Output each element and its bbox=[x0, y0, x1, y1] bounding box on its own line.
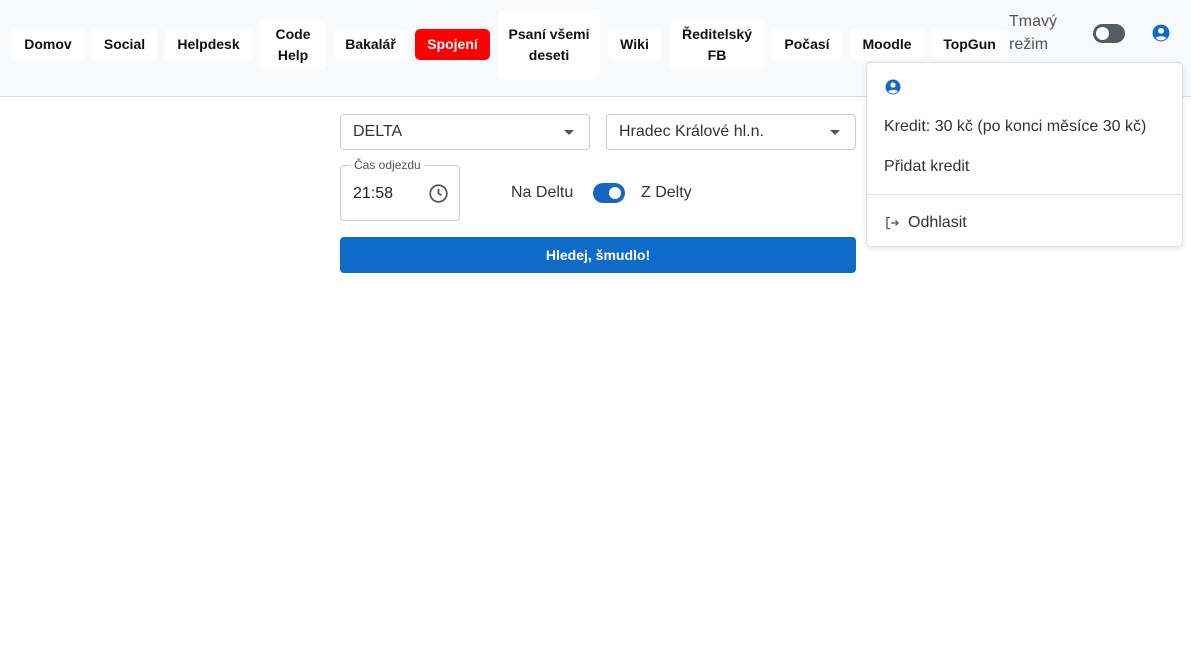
nav-bakalar[interactable]: Bakalář bbox=[334, 29, 407, 60]
nav-moodle[interactable]: Moodle bbox=[850, 29, 924, 60]
nav-code-help[interactable]: Code Help bbox=[260, 20, 326, 70]
from-station-value: DELTA bbox=[353, 123, 403, 140]
user-dropdown-menu: Kredit: 30 kč (po konci měsíce 30 kč) Př… bbox=[866, 62, 1183, 247]
search-button[interactable]: Hledej, šmudlo! bbox=[340, 237, 856, 273]
from-station-select[interactable]: DELTA bbox=[340, 114, 590, 150]
departure-time-field[interactable]: Čas odjezdu 21:58 bbox=[340, 158, 460, 221]
nav-reditelsky-fb[interactable]: Ředitelský FB bbox=[670, 20, 764, 70]
nav-helpdesk[interactable]: Helpdesk bbox=[165, 29, 252, 60]
clock-icon[interactable] bbox=[428, 183, 449, 204]
user-menu-button[interactable] bbox=[1152, 24, 1170, 42]
add-credit-item[interactable]: Přidat kredit bbox=[884, 158, 969, 176]
to-station-value: Hradec Králové hl.n. bbox=[619, 123, 764, 140]
direction-toggle[interactable] bbox=[593, 183, 625, 203]
from-delta-label: Z Delty bbox=[641, 184, 692, 201]
logout-item[interactable]: Odhlasit bbox=[884, 214, 967, 232]
nav-psani-vsemi-deseti[interactable]: Psaní všemi deseti bbox=[498, 10, 600, 80]
departure-time-label: Čas odjezdu bbox=[350, 158, 425, 172]
toggle-knob bbox=[1096, 27, 1109, 40]
nav-domov[interactable]: Domov bbox=[12, 29, 84, 60]
user-circle-icon bbox=[1152, 24, 1170, 42]
caret-down-icon bbox=[564, 130, 574, 135]
to-station-select[interactable]: Hradec Králové hl.n. bbox=[606, 114, 856, 150]
toggle-knob bbox=[609, 187, 621, 199]
nav-social[interactable]: Social bbox=[92, 29, 157, 60]
to-delta-label: Na Deltu bbox=[511, 184, 574, 201]
dark-mode-label: Tmavý režim bbox=[1009, 13, 1057, 53]
logout-icon bbox=[886, 216, 899, 230]
user-circle-icon bbox=[885, 79, 901, 95]
nav-topgun[interactable]: TopGun bbox=[932, 29, 1007, 60]
logout-label: Odhlasit bbox=[908, 214, 967, 231]
dark-mode-toggle[interactable] bbox=[1093, 24, 1125, 43]
nav-wiki[interactable]: Wiki bbox=[608, 29, 661, 60]
caret-down-icon bbox=[830, 130, 840, 135]
departure-time-value: 21:58 bbox=[353, 185, 394, 202]
nav-pocasi[interactable]: Počasí bbox=[772, 29, 842, 60]
menu-divider bbox=[867, 194, 1182, 195]
nav-spojeni[interactable]: Spojení bbox=[415, 29, 490, 60]
credit-info: Kredit: 30 kč (po konci měsíce 30 kč) bbox=[884, 118, 1147, 135]
